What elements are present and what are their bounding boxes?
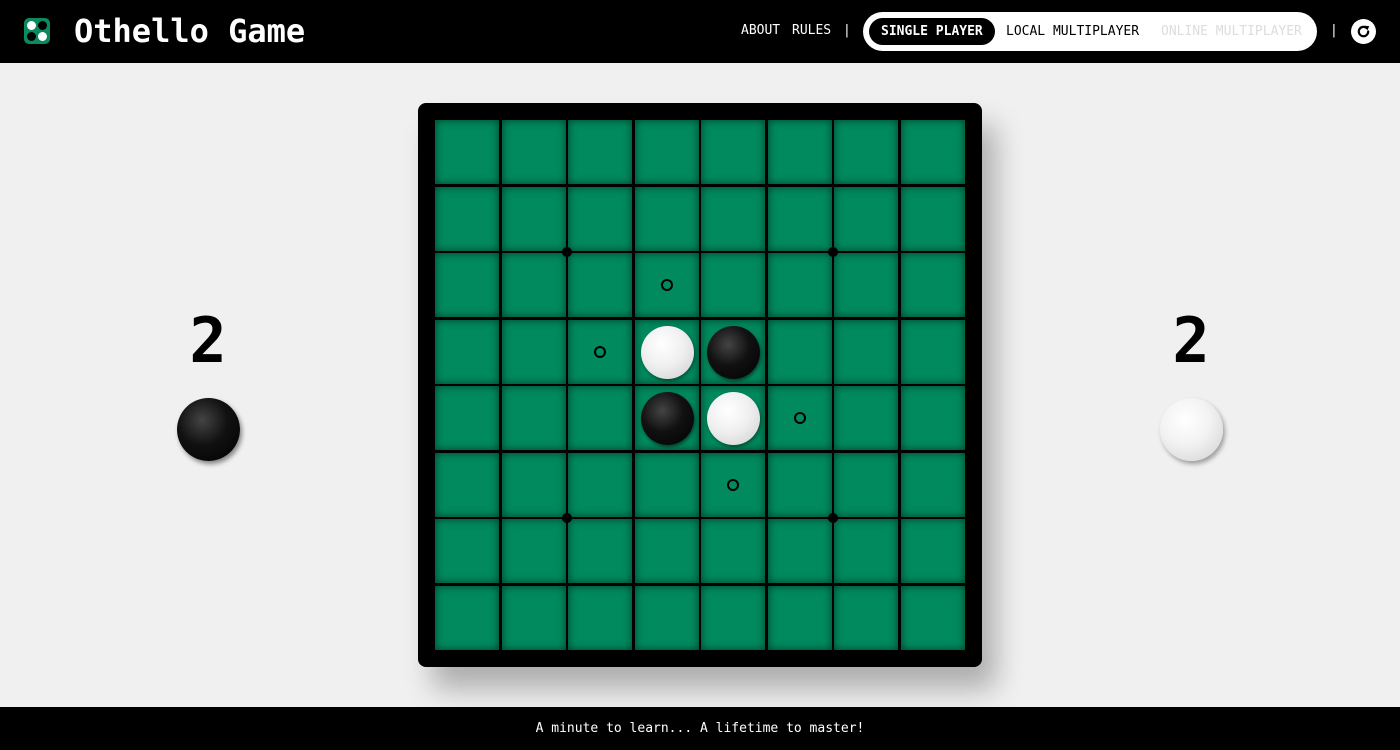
board-cell[interactable]: [767, 386, 832, 450]
black-disc: [640, 392, 694, 445]
board-cell[interactable]: [701, 585, 765, 650]
board-cell[interactable]: [634, 386, 699, 450]
board-cell[interactable]: [900, 120, 965, 184]
board-cell[interactable]: [900, 452, 965, 517]
board-cell[interactable]: [501, 452, 566, 517]
black-player-disc: [177, 398, 240, 461]
board-cell[interactable]: [435, 120, 499, 184]
board-cell[interactable]: [501, 585, 566, 650]
board-cell[interactable]: [568, 585, 632, 650]
restart-button[interactable]: [1351, 19, 1376, 44]
valid-move-marker[interactable]: [727, 478, 739, 491]
board-cell[interactable]: [634, 253, 699, 317]
board-cell[interactable]: [900, 253, 965, 317]
board-cell[interactable]: [834, 519, 898, 583]
board-cell[interactable]: [701, 452, 765, 517]
local-multiplayer-button[interactable]: LOCAL MULTIPLAYER: [1006, 18, 1139, 45]
board-cell[interactable]: [900, 186, 965, 251]
board-cell[interactable]: [834, 120, 898, 184]
board-cell[interactable]: [767, 319, 832, 384]
star-point: [827, 246, 838, 257]
black-disc: [707, 325, 760, 379]
online-multiplayer-button[interactable]: ONLINE MULTIPLAYER: [1161, 18, 1302, 45]
board-cell[interactable]: [634, 120, 699, 184]
board-cell[interactable]: [634, 319, 699, 384]
board-cell[interactable]: [435, 319, 499, 384]
board-cell[interactable]: [701, 120, 765, 184]
board-cell[interactable]: [767, 120, 832, 184]
board-cell[interactable]: [634, 519, 699, 583]
board-cell[interactable]: [568, 452, 632, 517]
board-cell[interactable]: [435, 253, 499, 317]
board-cell[interactable]: [834, 319, 898, 384]
board-cell[interactable]: [900, 519, 965, 583]
top-bar: Othello Game ABOUT RULES | SINGLE PLAYER…: [0, 0, 1400, 63]
board-cell[interactable]: [568, 319, 632, 384]
board-cell[interactable]: [501, 519, 566, 583]
board-cell[interactable]: [701, 519, 765, 583]
footer: A minute to learn... A lifetime to maste…: [0, 707, 1400, 750]
white-player-disc: [1160, 398, 1223, 461]
star-point: [561, 512, 572, 523]
white-score: 2: [1172, 304, 1210, 377]
board-cell[interactable]: [701, 386, 765, 450]
board-cell[interactable]: [568, 186, 632, 251]
valid-move-marker[interactable]: [594, 345, 606, 358]
valid-move-marker[interactable]: [660, 279, 673, 291]
board-cell[interactable]: [435, 186, 499, 251]
footer-tagline: A minute to learn... A lifetime to maste…: [535, 721, 865, 736]
board-cell[interactable]: [834, 253, 898, 317]
board-cell[interactable]: [435, 452, 499, 517]
board-cell[interactable]: [900, 386, 965, 450]
board-cell[interactable]: [767, 585, 832, 650]
board-cell[interactable]: [767, 452, 832, 517]
nav-separator: |: [843, 23, 851, 38]
board-cell[interactable]: [634, 585, 699, 650]
valid-move-marker[interactable]: [793, 412, 806, 424]
board-cell[interactable]: [568, 519, 632, 583]
white-disc: [640, 325, 694, 379]
board-cell[interactable]: [900, 585, 965, 650]
board-cell[interactable]: [701, 186, 765, 251]
board-cell[interactable]: [900, 319, 965, 384]
board-cell[interactable]: [767, 186, 832, 251]
board-cell[interactable]: [501, 120, 566, 184]
board-cell[interactable]: [767, 519, 832, 583]
othello-logo-icon: [24, 18, 50, 44]
board-cell[interactable]: [501, 253, 566, 317]
board-cell[interactable]: [435, 585, 499, 650]
board-cell[interactable]: [834, 186, 898, 251]
board-cell[interactable]: [501, 386, 566, 450]
board-cell[interactable]: [834, 386, 898, 450]
board-cell[interactable]: [435, 386, 499, 450]
single-player-button[interactable]: SINGLE PLAYER: [869, 18, 995, 45]
board-cell[interactable]: [834, 452, 898, 517]
board-cell[interactable]: [634, 186, 699, 251]
board-cell[interactable]: [435, 519, 499, 583]
app-title: Othello Game: [74, 12, 306, 50]
board-cell[interactable]: [568, 253, 632, 317]
restart-icon: [1357, 25, 1370, 38]
board-cell[interactable]: [501, 319, 566, 384]
board-cell[interactable]: [568, 386, 632, 450]
board-cell[interactable]: [767, 253, 832, 317]
board-cell[interactable]: [701, 319, 765, 384]
white-disc: [707, 392, 760, 445]
board-cell[interactable]: [568, 120, 632, 184]
game-board: [418, 103, 982, 667]
board-cell[interactable]: [634, 452, 699, 517]
star-point: [561, 246, 572, 257]
black-score: 2: [189, 304, 227, 377]
rules-link[interactable]: RULES: [792, 22, 831, 40]
nav-separator: |: [1330, 23, 1338, 38]
board-cell[interactable]: [501, 186, 566, 251]
about-link[interactable]: ABOUT: [741, 22, 780, 40]
board-cell[interactable]: [701, 253, 765, 317]
star-point: [827, 512, 838, 523]
game-mode-selector: SINGLE PLAYER LOCAL MULTIPLAYER ONLINE M…: [863, 12, 1317, 51]
board-cell[interactable]: [834, 585, 898, 650]
